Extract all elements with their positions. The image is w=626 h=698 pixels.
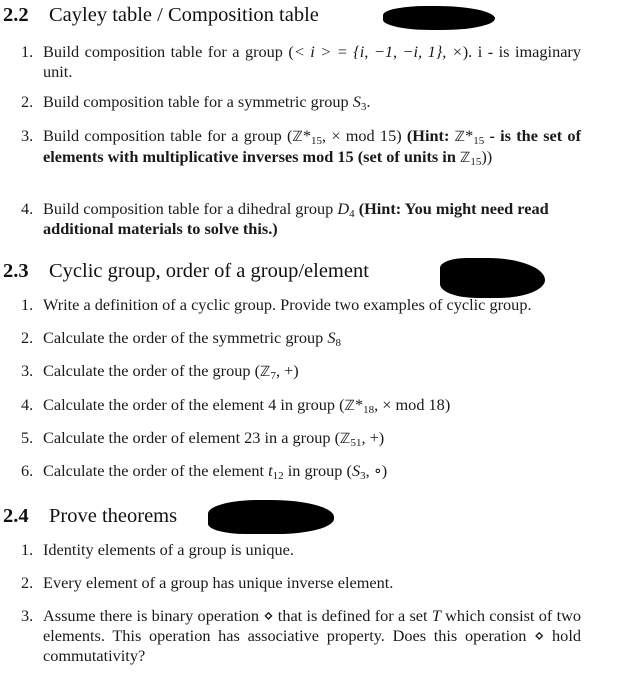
item-number: 3.	[21, 126, 34, 145]
section-title: Cyclic group, order of a group/element	[49, 260, 369, 282]
item-text: Build composition table for a symmetric …	[43, 92, 371, 113]
math-set: ℤ	[344, 398, 355, 414]
list-item: 3. Assume there is binary operation ⋄ th…	[21, 606, 581, 666]
list-item: 4. Build composition table for a dihedra…	[21, 199, 581, 239]
diamond-operator: ⋄	[534, 626, 545, 645]
list-item: 1. Write a definition of a cyclic group.…	[21, 295, 581, 315]
list-item: 2. Build composition table for a symmetr…	[21, 92, 581, 113]
math-symbol: T	[431, 606, 441, 625]
list-item: 6. Calculate the order of the element t1…	[21, 461, 581, 482]
section-heading-2-4: 2.4 Prove theorems	[3, 505, 177, 528]
math-symbol: S	[327, 328, 336, 347]
item-number: 6.	[21, 461, 34, 480]
math-set: ℤ	[292, 129, 303, 145]
item-text: Build composition table for a group (< i…	[43, 42, 581, 81]
hint-label: (Hint:	[406, 126, 455, 145]
item-number: 4.	[21, 199, 34, 218]
section-heading-2-3: 2.3 Cyclic group, order of a group/elemen…	[3, 260, 369, 283]
item-number: 4.	[21, 395, 34, 414]
list-item: 2. Calculate the order of the symmetric …	[21, 328, 581, 349]
list-item: 3. Calculate the order of the group (ℤ7,…	[21, 361, 581, 382]
item-text: Calculate the order of the element 4 in …	[43, 395, 451, 416]
list-item: 1. Identity elements of a group is uniqu…	[21, 540, 581, 560]
math-symbol: S	[352, 92, 361, 111]
list-item: 2. Every element of a group has unique i…	[21, 573, 581, 593]
list-item: 1. Build composition table for a group (…	[21, 42, 581, 82]
list-item: 3. Build composition table for a group (…	[21, 126, 581, 168]
redaction-mark	[208, 500, 334, 534]
item-text: Identity elements of a group is unique.	[43, 540, 294, 559]
item-text: Calculate the order of the element t12 i…	[43, 461, 388, 482]
math-set: ℤ	[260, 364, 271, 380]
section-number: 2.2	[3, 4, 29, 26]
section-title: Cayley table / Composition table	[49, 4, 319, 26]
item-number: 5.	[21, 428, 34, 447]
item-number: 3.	[21, 606, 34, 625]
section-number: 2.4	[3, 505, 29, 527]
item-number: 2.	[21, 92, 34, 111]
redaction-mark	[383, 6, 495, 30]
item-text: Calculate the order of the group (ℤ7, +)	[43, 361, 299, 382]
item-text: Calculate the order of the symmetric gro…	[43, 328, 342, 349]
item-text: Build composition table for a group (ℤ*1…	[43, 126, 581, 168]
item-text: Calculate the order of element 23 in a g…	[43, 428, 385, 449]
item-text: Assume there is binary operation ⋄ that …	[43, 606, 581, 665]
diamond-operator: ⋄	[263, 606, 274, 625]
list-item: 5. Calculate the order of element 23 in …	[21, 428, 581, 449]
item-number: 2.	[21, 328, 34, 347]
section-heading-2-2: 2.2 Cayley table / Composition table	[3, 4, 319, 27]
item-number: 1.	[21, 42, 34, 61]
math-symbol: D	[337, 199, 350, 218]
list-item: 4. Calculate the order of the element 4 …	[21, 395, 581, 416]
section-title: Prove theorems	[49, 505, 178, 527]
item-text: Build composition table for a dihedral g…	[43, 199, 549, 238]
item-number: 1.	[21, 540, 34, 559]
item-number: 2.	[21, 573, 34, 592]
math-set: ℤ	[340, 431, 351, 447]
math-expression: < i > = {i, −1, −i, 1}, ×	[293, 42, 463, 61]
section-number: 2.3	[3, 260, 29, 282]
item-number: 3.	[21, 361, 34, 380]
redaction-mark	[440, 258, 545, 298]
item-number: 1.	[21, 295, 34, 314]
item-text: Write a definition of a cyclic group. Pr…	[43, 295, 532, 314]
item-text: Every element of a group has unique inve…	[43, 573, 394, 592]
